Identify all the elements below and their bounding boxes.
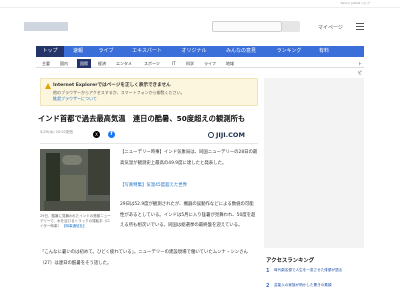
- rank-text: 時代劇名優で人生を一変させた俳優が語る: [274, 268, 343, 272]
- main-nav-tab[interactable]: オリジナル: [174, 46, 214, 57]
- category-tab[interactable]: ライフ: [204, 59, 216, 68]
- category-tab[interactable]: 科学: [186, 59, 194, 68]
- category-tab[interactable]: 国内: [60, 59, 68, 68]
- divider: [40, 143, 258, 144]
- rank-number: 1: [266, 268, 270, 274]
- article-paragraph: 「こんなに暑いのは初めて。ひどく疲れている」。ニューデリーの建設現場で働いていた…: [40, 250, 248, 266]
- ranking-item[interactable]: 2 芸能人の家族が明かした驚きの素顔: [266, 283, 364, 296]
- menu-icon[interactable]: [356, 23, 364, 30]
- article-date: 5/29(水) 20:52配信: [40, 130, 74, 134]
- main-nav-tab[interactable]: 速報: [66, 46, 90, 57]
- warning-body: 他のブラウザーからアクセスするか、スマートフォンから御覧ください。 推奨ブラウザ…: [53, 90, 185, 101]
- main-nav-tab[interactable]: ランキング: [268, 46, 310, 57]
- search-input[interactable]: [212, 21, 282, 32]
- ranking-title: アクセスランキング: [266, 258, 315, 264]
- main-nav: トップ 速報 ライブ エキスパート オリジナル みんなの意見 ランキング 有料: [36, 46, 364, 57]
- ranking-item[interactable]: 1 時代劇名優で人生を一変させた俳優が語る: [266, 268, 364, 281]
- utility-links[interactable]: Yahoo! JAPAN ヘルプ: [340, 1, 370, 5]
- article-photo[interactable]: [40, 149, 110, 211]
- main-nav-tab[interactable]: エキスパート: [122, 46, 172, 57]
- category-tab[interactable]: エンタメ: [116, 59, 132, 68]
- rank-number: 2: [266, 283, 270, 289]
- warning-title: Internet Explorerではページを正しく表示できません: [53, 83, 171, 88]
- related-photo-link[interactable]: 【写真特集】気温45度超えた世界: [120, 181, 258, 192]
- provider-mark-icon: [208, 132, 214, 138]
- category-tab[interactable]: スポーツ: [144, 59, 160, 68]
- provider-logo[interactable]: JIJI.COM: [208, 131, 245, 139]
- sidebar-ad-slot: [264, 78, 364, 248]
- x-share-icon[interactable]: X: [93, 131, 100, 138]
- photo-credit: 【時事通信社】: [62, 224, 87, 228]
- main-nav-tab[interactable]: みんなの意見: [216, 46, 266, 57]
- main-nav-tab[interactable]: トップ: [36, 46, 64, 57]
- category-tab[interactable]: 国際: [77, 59, 91, 68]
- mypage-link[interactable]: マイページ: [318, 24, 343, 31]
- article-headline: インド首都で過去最高気温 連日の酷暑、50度超えの観測所も: [38, 114, 246, 123]
- article-paragraph: 【ニューデリー時事】インド気象局は、同国ニューデリーの28日の最高気温が観測史上…: [120, 150, 258, 166]
- site-logo[interactable]: [24, 22, 68, 31]
- category-tab[interactable]: 地域: [226, 59, 234, 68]
- category-tab[interactable]: 主要: [42, 59, 50, 68]
- warning-icon: [45, 83, 51, 89]
- main-nav-tab[interactable]: ライブ: [92, 46, 120, 57]
- recommended-browser-link[interactable]: 推奨ブラウザーについて: [53, 96, 97, 101]
- facebook-share-icon[interactable]: f: [108, 131, 115, 138]
- category-tab[interactable]: 経済: [98, 59, 106, 68]
- rank-text: 芸能人の家族が明かした驚きの素顔: [274, 283, 332, 287]
- site-header: マイページ: [0, 8, 400, 38]
- article-paragraph: 29日は52.9度が観測されたが、機器の誤動作などによる数値の可能性があるとして…: [120, 202, 256, 228]
- main-nav-tab[interactable]: 有料: [312, 46, 336, 57]
- photo-caption: 29日、酷暑に見舞われたインドの首都ニューデリーで、水を浴びるトラックの運転手（…: [40, 214, 111, 228]
- browser-warning-banner: Internet Explorerではページを正しく表示できません 他のブラウザ…: [40, 78, 258, 106]
- top-utility-bar: Yahoo! JAPAN ヘルプ: [0, 0, 400, 8]
- search-button[interactable]: [282, 21, 300, 32]
- category-nav: 主要 国内 国際 経済 エンタメ スポーツ IT 科学 ライフ 地域 トピックス…: [36, 59, 364, 120]
- category-tab[interactable]: IT: [172, 59, 176, 68]
